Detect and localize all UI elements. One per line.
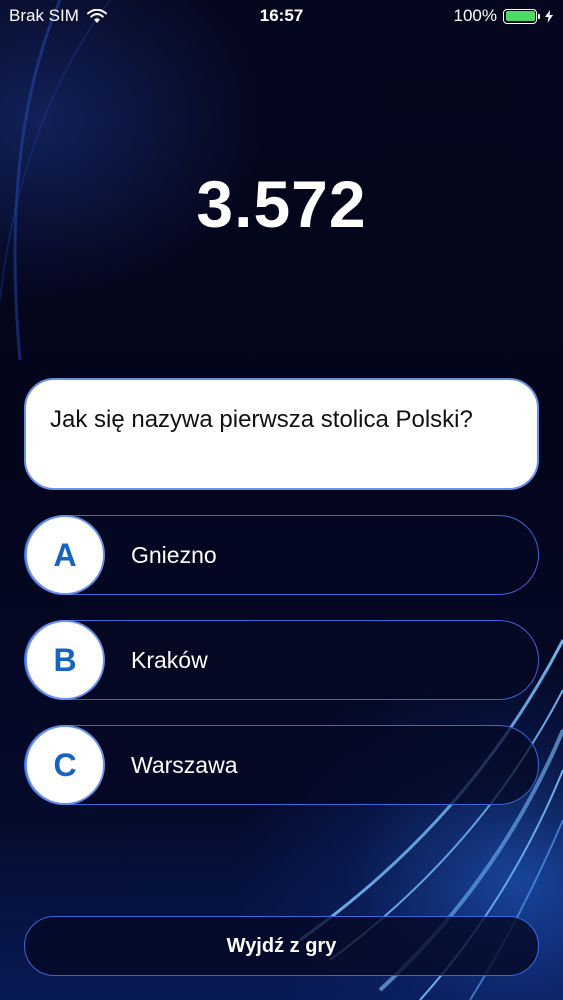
exit-game-button[interactable]: Wyjdź z gry xyxy=(24,916,539,976)
charging-bolt-icon xyxy=(545,9,553,23)
answer-text: Kraków xyxy=(131,646,208,673)
status-right: 100% xyxy=(454,6,553,26)
score-display: 3.572 xyxy=(196,167,367,241)
answer-option-c[interactable]: C Warszawa xyxy=(24,725,539,805)
question-text: Jak się nazywa pierwsza stolica Polski? xyxy=(50,406,473,433)
answer-text: Warszawa xyxy=(131,751,238,778)
answer-option-a[interactable]: A Gniezno xyxy=(24,515,539,595)
answer-letter-badge: A xyxy=(25,515,105,595)
question-card: Jak się nazywa pierwsza stolica Polski? xyxy=(24,378,539,490)
answer-letter-badge: B xyxy=(25,620,105,700)
answer-list: A Gniezno B Kraków C Warszawa xyxy=(24,515,539,830)
background-light-streaks xyxy=(0,0,563,1000)
quiz-screen: Brak SIM 16:57 100% 3.572 Jak się nazywa… xyxy=(0,0,563,1000)
status-bar: Brak SIM 16:57 100% xyxy=(0,0,563,32)
answer-letter-badge: C xyxy=(25,725,105,805)
battery-icon xyxy=(503,8,540,24)
battery-percent: 100% xyxy=(453,6,497,25)
answer-text: Gniezno xyxy=(131,541,217,568)
answer-option-b[interactable]: B Kraków xyxy=(24,620,539,700)
